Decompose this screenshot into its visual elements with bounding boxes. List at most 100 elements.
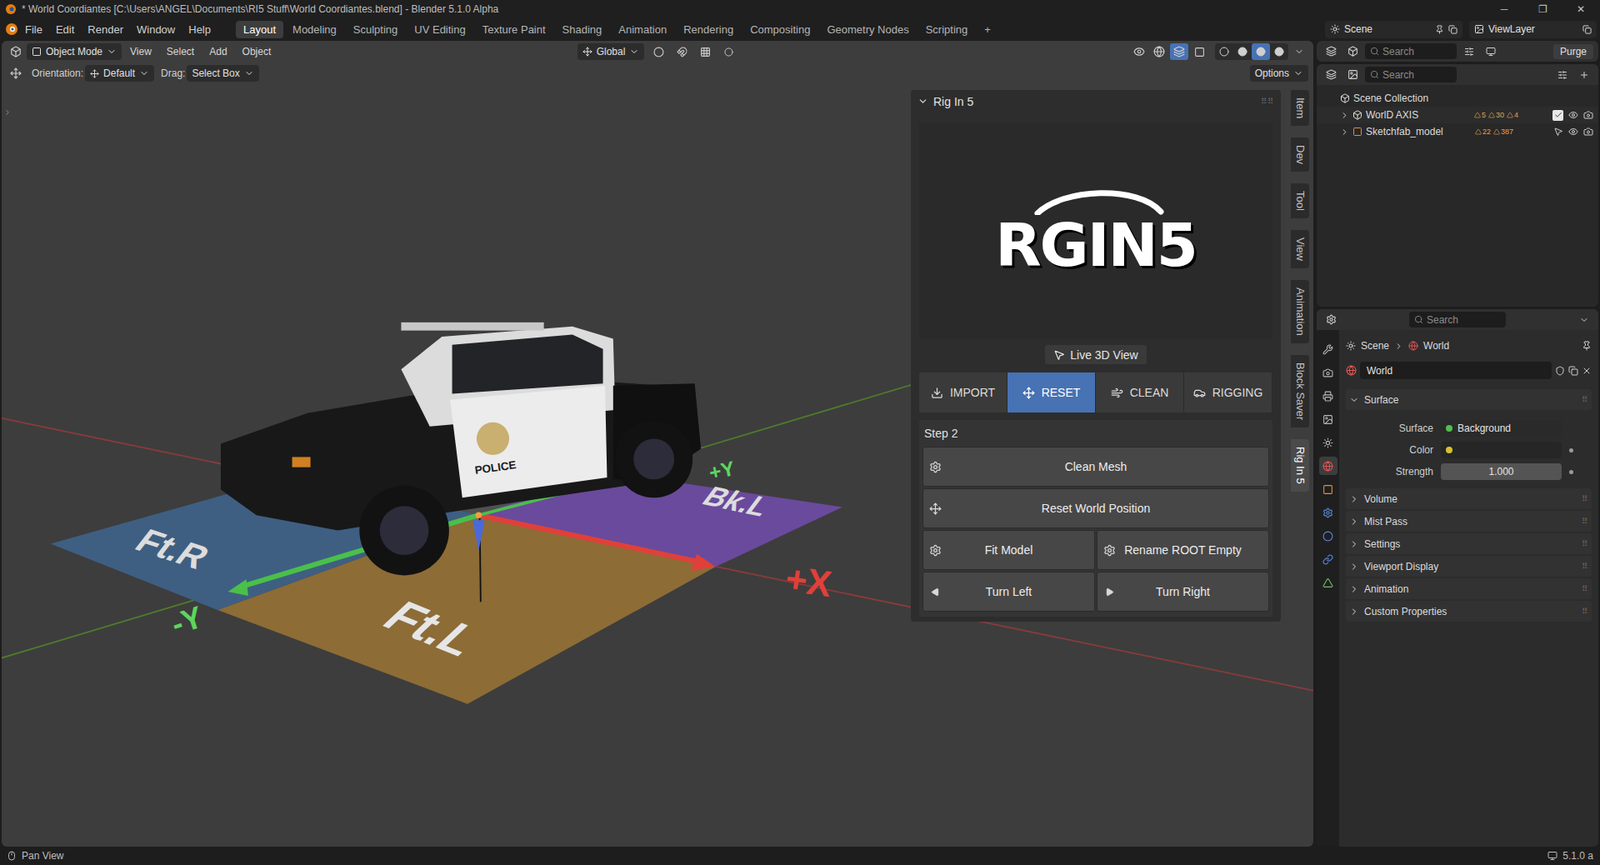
sidebar-tab[interactable]: Animation bbox=[1290, 280, 1310, 344]
panel-header[interactable]: Settings⠿ bbox=[1345, 533, 1592, 555]
toolbar-toggle-icon[interactable] bbox=[3, 108, 12, 117]
editor-type-button[interactable] bbox=[1321, 311, 1340, 329]
drag-dropdown[interactable]: Select Box bbox=[186, 65, 259, 82]
view-layer-selector[interactable]: ViewLayer bbox=[1469, 20, 1597, 39]
panel-header[interactable]: Viewport Display⠿ bbox=[1345, 555, 1592, 577]
outliner-row[interactable]: WorlD AXIS5304 bbox=[1316, 106, 1599, 124]
panel-header[interactable]: Volume⠿ bbox=[1345, 488, 1592, 510]
outliner-row[interactable]: Scene Collection bbox=[1316, 90, 1599, 107]
menu-item[interactable]: Window bbox=[130, 20, 182, 39]
properties-tab[interactable] bbox=[1319, 363, 1338, 382]
purge-button[interactable]: Purge bbox=[1553, 44, 1594, 60]
properties-tab[interactable] bbox=[1319, 503, 1338, 522]
viewport-menu[interactable]: View bbox=[123, 44, 159, 60]
step-button[interactable]: Fit Model bbox=[922, 530, 1095, 570]
keyframe-icon[interactable] bbox=[1569, 448, 1574, 453]
panel-header[interactable]: Mist Pass⠿ bbox=[1345, 510, 1592, 532]
menu-item[interactable]: Help bbox=[181, 20, 218, 39]
pivot-button[interactable] bbox=[649, 43, 668, 60]
display-mode-button[interactable] bbox=[1343, 66, 1362, 84]
options-dropdown[interactable]: Options bbox=[1250, 65, 1309, 82]
display-mode-button[interactable] bbox=[1343, 43, 1362, 60]
window-control-button[interactable]: ─ bbox=[1485, 0, 1524, 19]
menu-item[interactable]: Edit bbox=[49, 20, 81, 39]
step-button[interactable]: Reset World Position bbox=[922, 488, 1270, 529]
overlay-button[interactable] bbox=[1170, 43, 1189, 60]
filter-button[interactable] bbox=[1460, 43, 1479, 60]
panel-header[interactable]: Animation⠿ bbox=[1345, 578, 1592, 600]
property-field[interactable]: Background bbox=[1440, 420, 1562, 437]
snap-button[interactable] bbox=[672, 43, 691, 60]
shading-button[interactable] bbox=[1215, 43, 1234, 60]
properties-tab[interactable] bbox=[1319, 550, 1338, 569]
properties-tab[interactable] bbox=[1319, 410, 1338, 429]
blender-logo-icon[interactable] bbox=[5, 22, 19, 36]
transform-tool-button[interactable] bbox=[6, 65, 25, 82]
unlink-icon[interactable] bbox=[1581, 365, 1592, 376]
rig-tab[interactable]: RESET bbox=[1007, 372, 1096, 413]
menu-item[interactable]: File bbox=[18, 20, 50, 39]
visibility-button[interactable] bbox=[1130, 43, 1149, 60]
xray-button[interactable] bbox=[1190, 43, 1209, 60]
snap-target-button[interactable] bbox=[695, 43, 715, 60]
workspace-tab[interactable]: Modeling bbox=[285, 20, 345, 39]
properties-tab[interactable] bbox=[1319, 480, 1338, 499]
property-field[interactable]: 1.000 bbox=[1440, 463, 1562, 480]
eye-icon[interactable] bbox=[1568, 126, 1579, 137]
keyframe-icon[interactable] bbox=[1569, 470, 1574, 475]
viewport-menu[interactable]: Add bbox=[202, 44, 234, 60]
editor-type-button[interactable] bbox=[1321, 66, 1340, 84]
properties-tab[interactable] bbox=[1319, 456, 1338, 475]
panel-header[interactable]: Surface⠿ bbox=[1345, 389, 1592, 410]
sidebar-tab[interactable]: Block Saver bbox=[1290, 355, 1310, 428]
fake-user-icon[interactable] bbox=[1555, 365, 1565, 376]
shading-button[interactable] bbox=[1251, 43, 1270, 60]
workspace-tab[interactable]: Sculpting bbox=[345, 20, 405, 39]
search-field[interactable]: Search bbox=[1365, 66, 1457, 83]
add-workspace-button[interactable]: + bbox=[976, 20, 999, 39]
exclude-checkbox[interactable] bbox=[1552, 110, 1564, 121]
step-button[interactable]: Turn Right bbox=[1096, 571, 1270, 612]
sidebar-tab[interactable]: Rig In 5 bbox=[1290, 439, 1310, 492]
panel-header[interactable]: Rig In 5⠿⠿ bbox=[910, 90, 1281, 113]
live-3d-view-button[interactable]: Live 3D View bbox=[1045, 345, 1146, 365]
workspace-tab[interactable]: Rendering bbox=[675, 20, 741, 39]
workspace-tab[interactable]: Geometry Nodes bbox=[819, 20, 916, 39]
workspace-tab[interactable]: Texture Paint bbox=[475, 20, 554, 39]
pin-icon[interactable] bbox=[1581, 340, 1592, 351]
viewport-menu[interactable]: Object bbox=[235, 44, 279, 60]
outliner-row[interactable]: Sketchfab_model22387 bbox=[1316, 123, 1599, 140]
select-icon[interactable] bbox=[1553, 126, 1564, 137]
window-control-button[interactable]: ✕ bbox=[1561, 0, 1600, 19]
step-button[interactable]: Turn Left bbox=[922, 571, 1095, 612]
duplicate-icon[interactable] bbox=[1568, 365, 1579, 376]
3d-viewport[interactable]: Ft.RBk.LFt.L+X-Y+YPOLICEObject ModeViewS… bbox=[1, 40, 1314, 847]
workspace-tab[interactable]: Scripting bbox=[918, 20, 976, 39]
workspace-tab[interactable]: UV Editing bbox=[406, 20, 473, 39]
editor-type-button[interactable] bbox=[1321, 43, 1340, 60]
panel-header[interactable]: Custom Properties⠿ bbox=[1345, 600, 1592, 622]
camera-icon[interactable] bbox=[1583, 110, 1594, 120]
window-control-button[interactable]: ❐ bbox=[1523, 0, 1562, 19]
properties-tab[interactable] bbox=[1319, 573, 1338, 592]
camera-icon[interactable] bbox=[1583, 126, 1594, 137]
new-collection-button[interactable] bbox=[1575, 66, 1594, 84]
menu-item[interactable]: Render bbox=[80, 20, 130, 39]
options-button[interactable] bbox=[1481, 43, 1500, 60]
proportional-button[interactable] bbox=[719, 43, 738, 60]
properties-tab[interactable] bbox=[1319, 433, 1338, 452]
sidebar-tab[interactable]: View bbox=[1290, 230, 1310, 269]
shading-options-button[interactable] bbox=[1290, 43, 1309, 60]
filter-button[interactable] bbox=[1553, 66, 1572, 84]
orientation-dropdown[interactable]: Default bbox=[85, 65, 155, 82]
workspace-tab[interactable]: Layout bbox=[235, 20, 284, 39]
sidebar-tab[interactable]: Tool bbox=[1290, 183, 1310, 219]
step-button[interactable]: Rename ROOT Empty bbox=[1096, 530, 1270, 570]
workspace-tab[interactable]: Shading bbox=[555, 20, 610, 39]
rig-tab[interactable]: CLEAN bbox=[1095, 372, 1185, 413]
eye-icon[interactable] bbox=[1568, 110, 1579, 120]
workspace-tab[interactable]: Animation bbox=[610, 20, 675, 39]
editor-type-button[interactable] bbox=[6, 43, 25, 60]
rig-tab[interactable]: IMPORT bbox=[919, 372, 1008, 413]
sidebar-tab[interactable]: Item bbox=[1290, 90, 1310, 126]
